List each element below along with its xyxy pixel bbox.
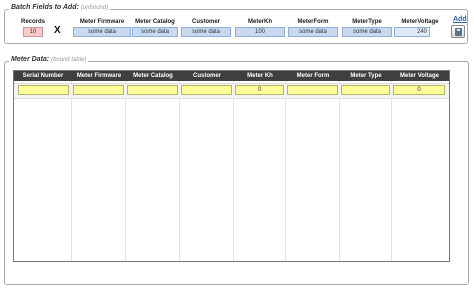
meterkh-label: MeterKh [247,19,272,25]
column-divider [391,81,392,261]
batch-fields-title: Batch Fields to Add: [11,4,79,11]
column-header-meter-voltage: Meter Voltage [400,73,439,79]
meter-firmware-cell[interactable] [73,85,124,95]
column-header-meter-kh: Meter Kh [247,73,273,79]
column-header-customer: Customer [192,73,221,79]
records-input[interactable]: 10 [23,27,43,37]
column-divider [71,81,72,261]
multiply-icon: X [54,25,61,36]
meter-firmware-label: Meter Firmware [79,19,125,25]
meter-voltage-cell[interactable]: 0 [393,85,445,95]
column-header-meter-type: Meter Type [350,73,382,79]
meterform-label: MeterForm [297,19,329,25]
column-divider [339,81,340,261]
add-button[interactable] [451,25,465,38]
meterkh-input[interactable]: 100 [235,27,285,37]
batch-fields-legend: Batch Fields to Add: (unbound) [9,4,111,11]
table-header: Serial Number Meter Firmware Meter Catal… [14,71,449,81]
add-link[interactable]: Add [453,16,467,23]
metervoltage-label: MeterVoltage [401,19,439,25]
meter-firmware-input[interactable]: some data [73,27,131,37]
column-divider [285,81,286,261]
meter-catalog-label: Meter Catalog [135,19,175,25]
batch-fields-group: Batch Fields to Add: (unbound) Records 1… [4,4,468,44]
meter-kh-cell[interactable]: 0 [235,85,284,95]
meter-catalog-input[interactable]: some data [132,27,178,37]
column-header-meter-form: Meter Form [296,73,330,79]
column-header-meter-catalog: Meter Catalog [133,73,173,79]
meterform-input[interactable]: some data [288,27,338,37]
column-divider [125,81,126,261]
records-label: Records [20,19,45,25]
meter-catalog-cell[interactable] [127,85,178,95]
column-header-serial-number: Serial Number [22,73,64,79]
customer-input[interactable]: some data [181,27,231,37]
meter-form-cell[interactable] [287,85,338,95]
meter-data-table[interactable]: Serial Number Meter Firmware Meter Catal… [13,70,450,262]
metertype-input[interactable]: some data [342,27,392,37]
meter-data-title: Meter Data: [11,56,50,63]
meter-type-cell[interactable] [341,85,390,95]
metervoltage-input[interactable]: 240 [394,27,430,37]
column-divider [233,81,234,261]
customer-cell[interactable] [181,85,232,95]
meter-data-legend: Meter Data: (bound table) [9,56,89,63]
meter-data-subtitle: (bound table) [51,57,87,63]
batch-fields-subtitle: (unbound) [80,5,109,11]
column-header-meter-firmware: Meter Firmware [76,73,122,79]
serial-number-cell[interactable] [18,85,69,95]
save-disk-icon [455,28,462,36]
column-divider [179,81,180,261]
customer-label: Customer [191,19,220,25]
metertype-label: MeterType [352,19,382,25]
